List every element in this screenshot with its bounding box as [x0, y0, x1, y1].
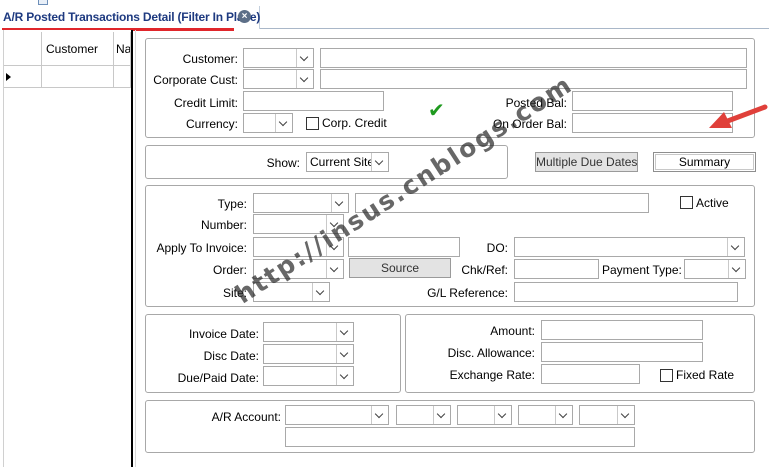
column-header-customer[interactable]: Customer: [42, 32, 114, 66]
chevron-down-icon[interactable]: [336, 323, 353, 341]
amount-field[interactable]: [541, 320, 703, 340]
multiple-due-dates-button[interactable]: Multiple Due Dates: [535, 152, 638, 172]
chevron-down-icon[interactable]: [312, 283, 329, 301]
do-label: DO:: [486, 241, 508, 255]
chevron-down-icon[interactable]: [371, 406, 388, 424]
chevron-down-icon[interactable]: [296, 49, 313, 67]
chevron-down-icon[interactable]: [336, 367, 353, 385]
grid-cell-customer[interactable]: [42, 66, 114, 88]
credit-limit-label: Credit Limit:: [173, 96, 238, 110]
corp-credit-label: Corp. Credit: [322, 116, 387, 130]
ar-account-segment-3[interactable]: [457, 405, 512, 425]
corporate-cust-name-field[interactable]: [320, 69, 747, 89]
chevron-down-icon[interactable]: [326, 260, 343, 278]
splitter[interactable]: [135, 30, 136, 467]
chk-ref-field[interactable]: [514, 259, 599, 279]
active-label: Active: [696, 196, 729, 210]
payment-type-combo[interactable]: [684, 259, 746, 279]
currency-combo[interactable]: [243, 113, 293, 133]
payment-type-label: Payment Type:: [602, 263, 682, 277]
gl-reference-field[interactable]: [514, 282, 738, 302]
exchange-rate-field[interactable]: [541, 364, 640, 384]
ar-account-description-field[interactable]: [285, 427, 635, 447]
chevron-down-icon[interactable]: [296, 70, 313, 88]
corporate-cust-combo[interactable]: [243, 69, 314, 89]
invoice-date-picker[interactable]: [263, 322, 354, 342]
ar-account-label: A/R Account:: [211, 410, 281, 424]
column-header-name[interactable]: Na: [114, 32, 131, 66]
chevron-down-icon[interactable]: [728, 260, 745, 278]
gl-reference-label: G/L Reference:: [427, 286, 508, 300]
chevron-down-icon[interactable]: [617, 406, 634, 424]
fixed-rate-checkbox[interactable]: [660, 369, 673, 382]
disc-allowance-field[interactable]: [541, 342, 703, 362]
document-tab[interactable]: A/R Posted Transactions Detail (Filter I…: [0, 6, 261, 31]
customer-name-field[interactable]: [320, 48, 747, 68]
show-combo[interactable]: Current Site: [306, 152, 389, 172]
summary-button[interactable]: Summary: [653, 152, 756, 172]
close-icon[interactable]: ×: [238, 10, 251, 23]
due-paid-date-picker[interactable]: [263, 366, 354, 386]
amount-label: Amount:: [490, 324, 535, 338]
corp-credit-checkbox[interactable]: [306, 117, 319, 130]
chevron-down-icon[interactable]: [275, 114, 292, 132]
show-label: Show:: [266, 156, 300, 170]
currency-label: Currency:: [185, 117, 238, 131]
ar-account-segment-1[interactable]: [285, 405, 389, 425]
invoice-date-label: Invoice Date:: [188, 327, 259, 341]
apply-to-invoice-label: Apply To Invoice:: [156, 241, 248, 255]
type-label: Type:: [217, 197, 247, 211]
apply-to-invoice-field[interactable]: [348, 237, 460, 257]
type-combo[interactable]: [253, 193, 349, 213]
due-paid-date-label: Due/Paid Date:: [177, 371, 259, 385]
chevron-down-icon[interactable]: [494, 406, 511, 424]
do-combo[interactable]: [514, 237, 745, 257]
ar-account-segment-5[interactable]: [579, 405, 635, 425]
disc-date-picker[interactable]: [263, 344, 354, 364]
show-selected-value: Current Site: [310, 155, 375, 169]
grid-border: [3, 30, 4, 467]
annotation-arrow-icon: [709, 104, 768, 128]
customer-label: Customer:: [182, 52, 238, 66]
chevron-down-icon[interactable]: [336, 345, 353, 363]
chevron-down-icon[interactable]: [555, 406, 572, 424]
customer-combo[interactable]: [243, 48, 314, 68]
disc-allowance-label: Disc. Allowance:: [447, 346, 535, 360]
order-label: Order:: [212, 263, 247, 277]
grid-cell-name[interactable]: [114, 66, 131, 88]
current-row-pointer-icon: [6, 73, 11, 81]
tab-strip-scroll-tab[interactable]: [38, 0, 48, 5]
credit-limit-field[interactable]: [243, 91, 384, 111]
chk-ref-label: Chk/Ref:: [461, 263, 508, 277]
ar-account-segment-4[interactable]: [518, 405, 573, 425]
fixed-rate-label: Fixed Rate: [676, 368, 735, 382]
chevron-down-icon[interactable]: [371, 153, 388, 171]
tab-title: A/R Posted Transactions Detail (Filter I…: [3, 10, 261, 24]
record-grid[interactable]: Customer Na: [0, 30, 133, 467]
ar-account-segment-2[interactable]: [396, 405, 451, 425]
grid-row-header-corner: [4, 32, 42, 66]
active-checkbox[interactable]: [680, 196, 693, 209]
number-label: Number:: [200, 218, 247, 232]
corporate-cust-label: Corporate Cust:: [153, 73, 238, 87]
chevron-down-icon[interactable]: [433, 406, 450, 424]
chevron-down-icon[interactable]: [727, 238, 744, 256]
source-button[interactable]: Source: [349, 258, 451, 278]
disc-date-label: Disc Date:: [203, 349, 259, 363]
checkmark-icon: ✔: [428, 98, 445, 122]
exchange-rate-label: Exchange Rate:: [449, 368, 535, 382]
